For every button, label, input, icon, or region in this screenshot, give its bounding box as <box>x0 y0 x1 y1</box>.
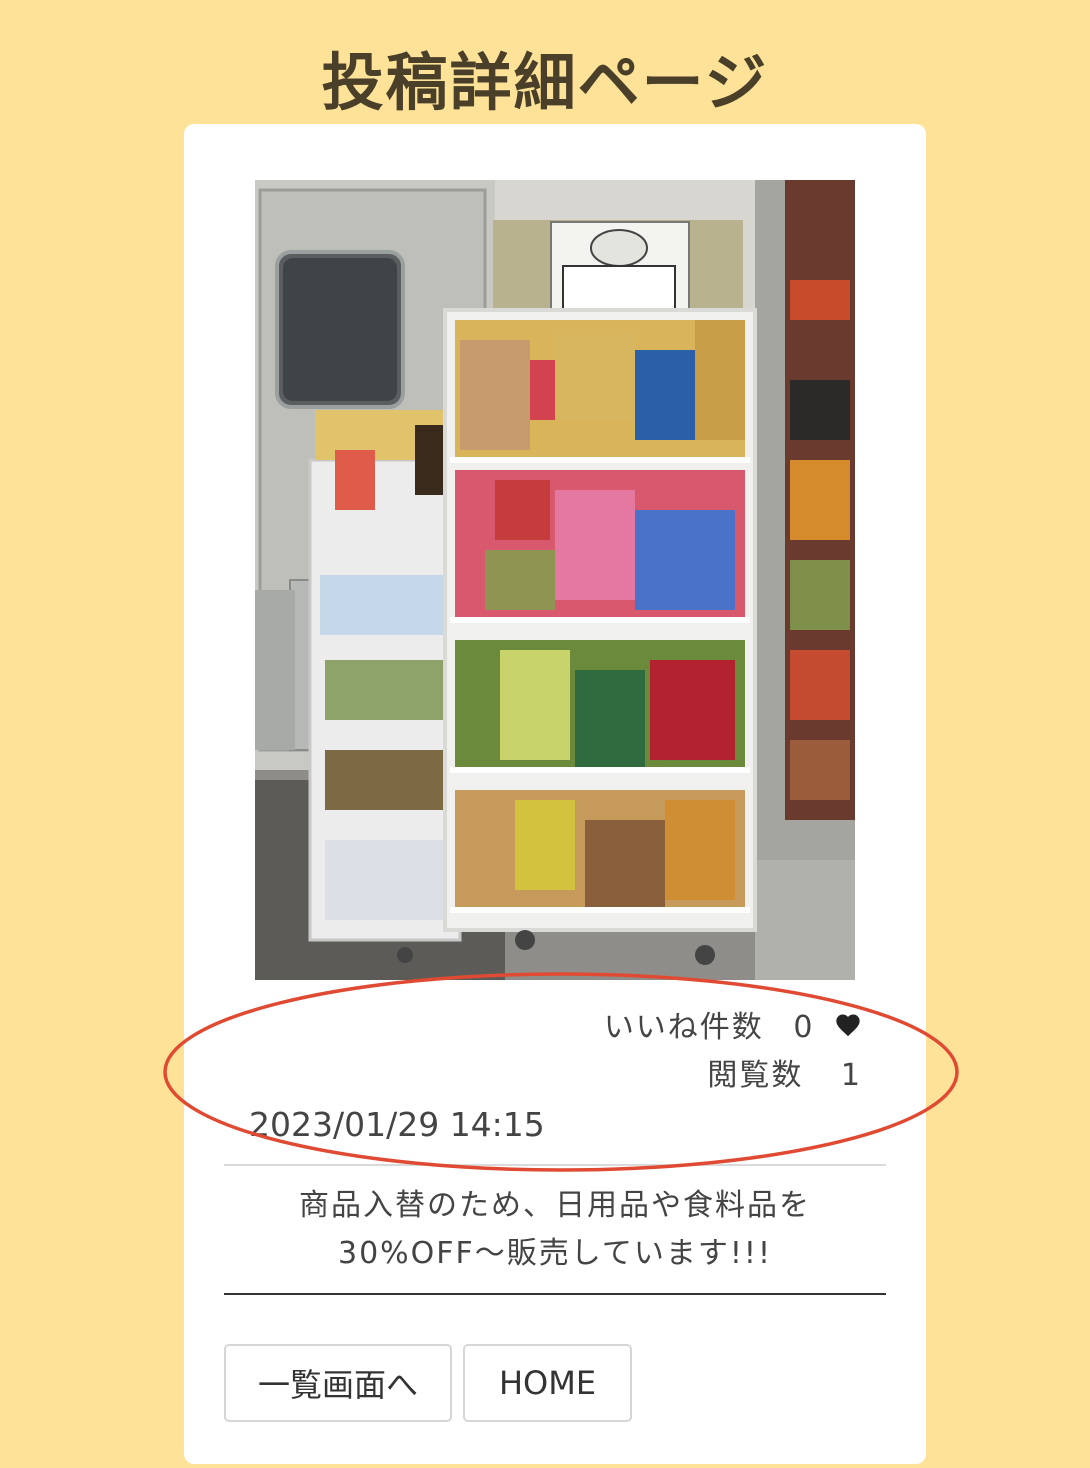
heart-icon[interactable] <box>834 1010 862 1038</box>
post-photo <box>255 180 855 980</box>
like-count-value: 0 <box>793 1010 815 1045</box>
view-count-label: 閲覧数 <box>707 1058 804 1093</box>
view-count-value: 1 <box>840 1058 862 1093</box>
divider <box>224 1164 886 1166</box>
post-description: 商品入替のため、日用品や食料品を 30%OFF〜販売しています!!! <box>224 1182 886 1278</box>
description-line: 商品入替のため、日用品や食料品を <box>299 1188 811 1223</box>
post-date: 2023/01/29 14:15 <box>249 1105 545 1144</box>
post-card: いいね件数 0 閲覧数 1 2023/01/29 14:15 商品入替のため、日… <box>184 124 926 1464</box>
view-count-row: 閲覧数 1 <box>707 1056 862 1096</box>
description-line: 30%OFF〜販売しています!!! <box>338 1236 772 1271</box>
like-count-label: いいね件数 <box>603 1010 764 1045</box>
page-title: 投稿詳細ページ <box>321 45 769 119</box>
home-button[interactable]: HOME <box>463 1344 632 1422</box>
like-count-row: いいね件数 0 <box>604 1008 862 1048</box>
divider <box>224 1293 886 1295</box>
back-to-list-button[interactable]: 一覧画面へ <box>224 1344 452 1422</box>
